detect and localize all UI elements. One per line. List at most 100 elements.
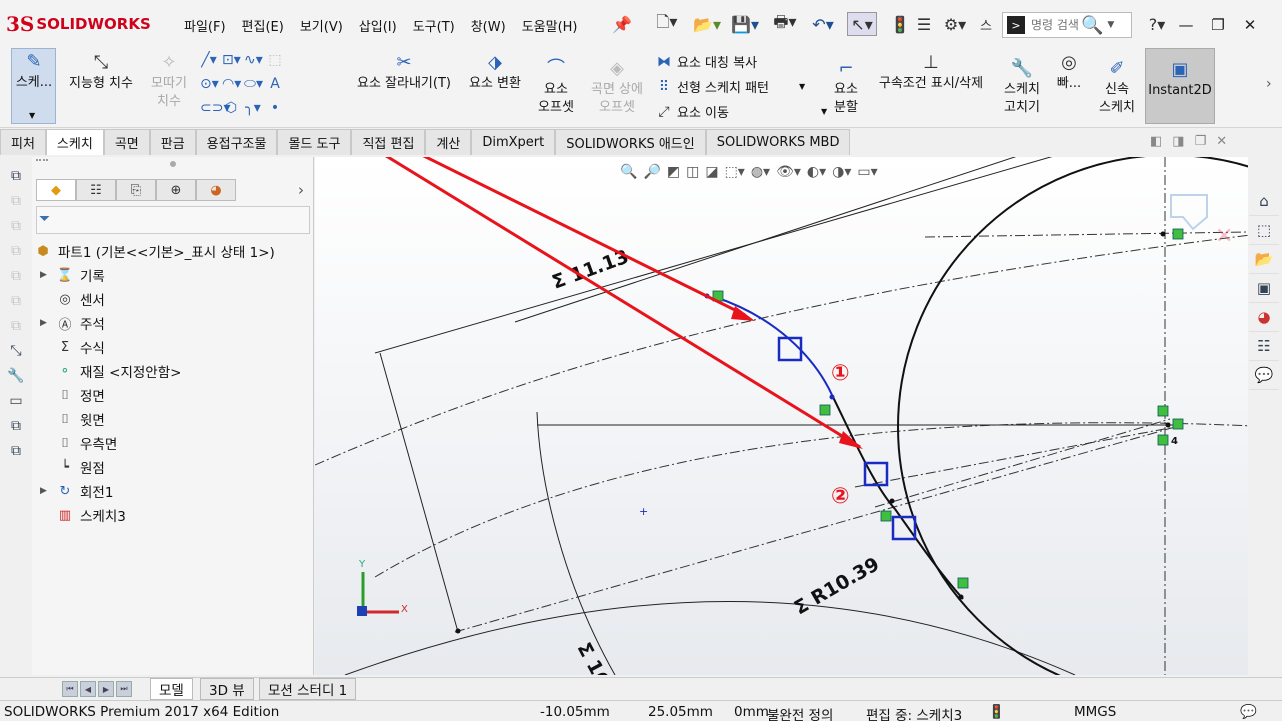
tab-motion-study[interactable]: 모션 스터디 1 <box>259 678 357 700</box>
viewport-next-icon[interactable]: ◨ <box>1172 134 1184 149</box>
custom-properties-icon[interactable]: ☷ <box>1249 332 1279 361</box>
file-properties-icon[interactable]: ☰ <box>914 12 934 36</box>
menu-window[interactable]: 창(W) <box>463 14 514 37</box>
section-view-icon[interactable]: ◫ <box>686 164 699 180</box>
tab-3d-view[interactable]: 3D 뷰 <box>200 678 254 700</box>
line-icon[interactable]: ╱▾ <box>200 52 218 68</box>
pin-icon[interactable]: 📌 <box>612 12 632 36</box>
save-icon[interactable]: 💾▾ <box>730 12 760 36</box>
previous-view-icon[interactable]: ◩ <box>667 164 680 180</box>
hide-show-icon[interactable]: 👁▾ <box>776 164 801 180</box>
relation-marker[interactable] <box>1157 434 1169 446</box>
menu-tools[interactable]: 도구(T) <box>405 14 463 37</box>
sketch-point[interactable] <box>889 498 895 504</box>
view-settings-icon[interactable]: ▭▾ <box>857 164 877 180</box>
dimension-16[interactable]: Σ 16 <box>573 639 614 675</box>
view-palette-icon[interactable]: ▣ <box>1249 274 1279 303</box>
split-entities-button[interactable]: ⌐ 요소 분할 <box>828 60 864 117</box>
tab-weldments[interactable]: 용접구조물 <box>195 129 278 155</box>
next-tab-icon[interactable]: ▶ <box>98 681 114 697</box>
graphics-area[interactable]: + 4 Σ 11.13 Σ R10.39 Σ 16 ① ② Y X ✕ <box>315 157 1248 675</box>
dimension-arc[interactable] <box>536 411 616 675</box>
tab-sketch[interactable]: 스케치 <box>45 129 104 155</box>
convert-entities-button[interactable]: ⬗ 요소 변환 <box>462 54 528 93</box>
tree-item-equations[interactable]: Σ 수식 <box>32 335 314 359</box>
tab-mold-tools[interactable]: 몰드 도구 <box>277 129 352 155</box>
tree-item-top-plane[interactable]: ⌷ 윗면 <box>32 407 314 431</box>
construction-line[interactable] <box>315 232 1248 466</box>
tab-addins[interactable]: SOLIDWORKS 애드인 <box>555 129 706 155</box>
dimension-line[interactable] <box>374 157 1085 354</box>
tree-item-annotations[interactable]: ▶ Ⓐ 주석 <box>32 311 314 335</box>
zoom-to-fit-icon[interactable]: 🔍 <box>620 164 637 180</box>
traffic-light-icon[interactable]: 🚦 <box>890 12 910 36</box>
home-icon[interactable]: ⌂ <box>1249 187 1279 216</box>
construction-line[interactable] <box>374 422 1248 578</box>
first-tab-icon[interactable]: ⏮ <box>62 681 78 697</box>
sketch-point-selected[interactable] <box>829 394 835 400</box>
tab-dimxpert[interactable]: DimXpert <box>471 129 556 155</box>
extension-line[interactable] <box>379 352 459 633</box>
smart-dimension-button[interactable]: ⤡ 지능형 치수 <box>63 54 139 93</box>
relation-marker[interactable] <box>957 577 969 589</box>
ellipse-icon[interactable]: ⬭▾ <box>244 76 263 92</box>
cancel-corner-icon[interactable]: ✕ <box>1215 224 1233 249</box>
instant2d-button[interactable]: ▣ Instant2D <box>1145 48 1215 124</box>
layer-icon[interactable]: ⧉ <box>0 438 32 463</box>
tab-mbd[interactable]: SOLIDWORKS MBD <box>705 129 851 155</box>
spline-icon[interactable]: ∿▾ <box>244 52 263 68</box>
move-entities-button[interactable]: ⤢ 요소 이동 ▼ <box>655 102 827 122</box>
sketch-definition-status[interactable]: 불완전 정의 <box>767 704 833 721</box>
expand-arrow-icon[interactable]: ▶ <box>40 318 50 328</box>
slot-icon[interactable]: ⊂⊃▾ <box>200 100 231 116</box>
select-arrow-icon[interactable]: ↖▾ <box>847 12 877 36</box>
undo-icon[interactable]: ↶▾ <box>808 12 838 36</box>
restore-button[interactable]: ❐ <box>1204 12 1232 38</box>
command-search[interactable]: > 🔍 ▼ <box>1002 12 1132 38</box>
display-style-icon[interactable]: ◍▾ <box>751 164 770 180</box>
filter-icon[interactable]: ⏷ <box>36 206 310 234</box>
tree-item-front-plane[interactable]: ⌷ 정면 <box>32 383 314 407</box>
rectangle-icon[interactable]: ⊡▾ <box>222 52 241 68</box>
menu-edit[interactable]: 편집(E) <box>234 14 292 37</box>
sketch-canvas[interactable]: + 4 Σ 11.13 Σ R10.39 Σ 16 ① ② Y X ✕ <box>315 157 1248 675</box>
rebuild-icon[interactable]: 🚦 <box>988 704 1005 720</box>
view-orientation-icon[interactable]: ⬚▾ <box>725 164 745 180</box>
new-document-icon[interactable]: 🗋▾ <box>652 12 682 36</box>
tab-model[interactable]: 모델 <box>150 678 193 700</box>
expand-arrow-icon[interactable]: ▶ <box>40 486 50 496</box>
tree-item-material[interactable]: ⚬ 재질 <지정안함> <box>32 359 314 383</box>
chevron-down-icon[interactable]: ▼ <box>799 82 805 91</box>
chamfer-dimension-button[interactable]: ✧ 모따기 치수 <box>144 54 194 111</box>
tree-item-history[interactable]: ▶ ⌛ 기록 <box>32 263 314 287</box>
tab-evaluate[interactable]: 계산 <box>425 129 472 155</box>
polygon-icon[interactable]: ⬡ <box>222 100 240 116</box>
linear-pattern-button[interactable]: ⠿ 선형 스케치 패턴 ▼ <box>655 77 805 97</box>
select-box-icon[interactable]: ⧉ <box>0 163 32 188</box>
relation-marker[interactable] <box>819 404 831 416</box>
minimize-button[interactable]: — <box>1172 12 1200 38</box>
circle-icon[interactable]: ⊙▾ <box>200 76 219 92</box>
menu-file[interactable]: 파일(F) <box>176 14 234 37</box>
panel-grip[interactable] <box>36 159 48 165</box>
close-button[interactable]: ✕ <box>1236 12 1264 38</box>
appearance-icon[interactable]: ◐▾ <box>807 164 826 180</box>
menu-insert[interactable]: 삽입(I) <box>351 14 405 37</box>
offset-on-surface-button[interactable]: ◈ 곡면 상에 오프셋 <box>584 60 650 117</box>
solidworks-logo[interactable]: 3S SOLIDWORKS <box>6 12 151 36</box>
surface-spline-icon[interactable]: ⬚ <box>266 52 284 68</box>
quick-tips-icon[interactable]: 💬 <box>1240 704 1257 720</box>
units-system[interactable]: MMGS <box>1074 704 1116 720</box>
sketch-picture-icon[interactable]: ▭ <box>0 388 32 413</box>
fillet-icon[interactable]: ╮▾ <box>244 100 262 116</box>
curve-line[interactable] <box>344 601 1076 676</box>
chevron-right-icon[interactable]: › <box>298 181 304 199</box>
relation-marker[interactable] <box>1172 228 1184 240</box>
dynamic-annotation-icon[interactable]: ◪ <box>705 164 718 180</box>
chevron-down-icon[interactable]: ▼ <box>1107 20 1114 30</box>
tree-item-right-plane[interactable]: ⌷ 우측면 <box>32 431 314 455</box>
tree-item-origin[interactable]: ┕ 원점 <box>32 455 314 479</box>
search-input[interactable] <box>1031 18 1081 32</box>
tree-item-sensors[interactable]: ◎ 센서 <box>32 287 314 311</box>
tab-surfaces[interactable]: 곡면 <box>103 129 150 155</box>
